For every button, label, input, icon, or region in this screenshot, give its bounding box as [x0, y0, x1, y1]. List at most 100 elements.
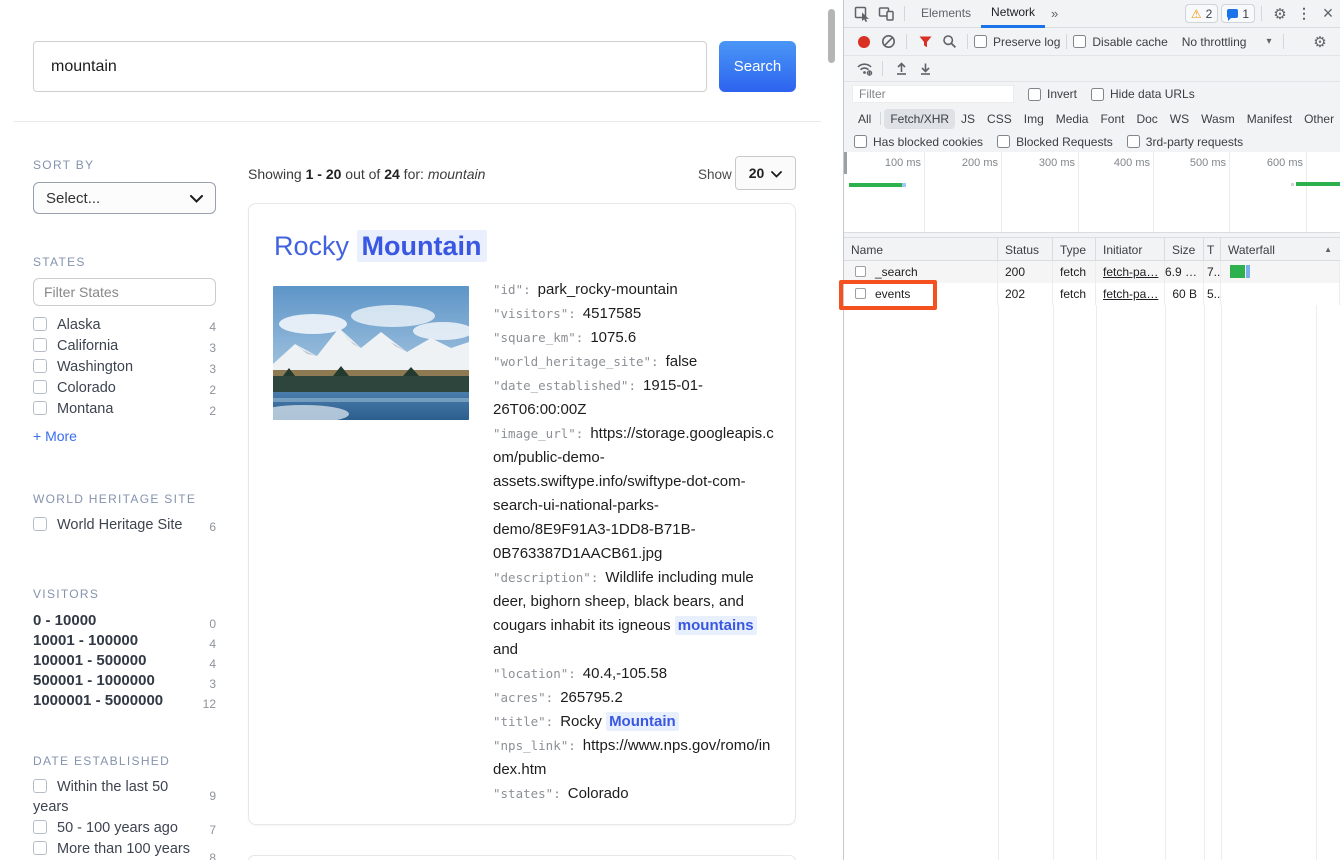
result-title-link[interactable]: Rocky Mountain — [274, 231, 487, 262]
column-header-initiator[interactable]: Initiator — [1096, 238, 1165, 260]
more-states-link[interactable]: + More — [33, 428, 77, 444]
type-filter-img[interactable]: Img — [1018, 109, 1050, 129]
type-filter-all[interactable]: All — [852, 109, 877, 129]
more-tabs-icon[interactable]: » — [1045, 6, 1064, 21]
column-header-time[interactable]: T — [1204, 238, 1221, 260]
facet-option-world-heritage[interactable]: World Heritage Site 6 — [33, 515, 216, 536]
divider — [967, 34, 968, 49]
settings-gear-icon[interactable]: ⚙ — [1268, 2, 1292, 26]
column-header-name[interactable]: Name — [844, 238, 998, 260]
initiator-link[interactable]: fetch-pa… — [1103, 265, 1158, 279]
next-result-card — [248, 855, 796, 860]
summary-query: mountain — [428, 166, 486, 182]
field-visitors: "visitors":4517585 — [493, 302, 775, 326]
message-bubble-icon — [1227, 9, 1238, 18]
type-filter-manifest[interactable]: Manifest — [1241, 109, 1298, 129]
filter-funnel-icon[interactable] — [913, 30, 937, 54]
export-har-icon[interactable] — [913, 57, 937, 81]
type-filter-ws[interactable]: WS — [1164, 109, 1195, 129]
checkbox-icon[interactable] — [33, 359, 47, 373]
sort-select[interactable]: Select... — [33, 182, 216, 214]
checkbox-icon[interactable] — [33, 779, 47, 793]
checkbox-icon[interactable] — [33, 401, 47, 415]
facet-option-50-100-years[interactable]: 50 - 100 years ago 7 — [33, 818, 216, 839]
states-options: Alaska 4 California 3 Washington 3 Color… — [33, 315, 216, 420]
invert-checkbox[interactable] — [1028, 88, 1041, 101]
record-network-log-icon[interactable] — [852, 30, 876, 54]
visitors-range-link[interactable]: 500001 - 1000000 3 — [33, 671, 216, 691]
type-filter-media[interactable]: Media — [1050, 109, 1095, 129]
type-filter-doc[interactable]: Doc — [1130, 109, 1163, 129]
type-filter-font[interactable]: Font — [1094, 109, 1130, 129]
facet-option-label: Washington — [57, 359, 133, 375]
checkbox-icon[interactable] — [33, 380, 47, 394]
hide-data-urls-checkbox[interactable] — [1091, 88, 1104, 101]
checkbox-icon[interactable] — [33, 820, 47, 834]
import-har-icon[interactable] — [889, 57, 913, 81]
field-square-km: "square_km":1075.6 — [493, 326, 775, 350]
checkbox-icon[interactable] — [33, 338, 47, 352]
scrollbar-thumb[interactable] — [828, 9, 835, 63]
clear-network-log-icon[interactable] — [876, 30, 900, 54]
facet-option-california[interactable]: California 3 — [33, 336, 216, 357]
chevron-down-icon[interactable]: ▾ — [1266, 36, 1271, 47]
tab-elements[interactable]: Elements — [911, 0, 981, 28]
network-overview-timeline[interactable]: 100 ms 200 ms 300 ms 400 ms 500 ms 600 m… — [844, 152, 1340, 233]
type-filter-fetch-xhr[interactable]: Fetch/XHR — [884, 109, 955, 129]
blocked-requests-label: Blocked Requests — [1016, 135, 1113, 149]
checkbox-icon[interactable] — [33, 317, 47, 331]
column-header-status[interactable]: Status — [998, 238, 1053, 260]
timeline-handle[interactable] — [844, 152, 847, 174]
visitors-range-link[interactable]: 100001 - 500000 4 — [33, 651, 216, 671]
has-blocked-cookies-checkbox[interactable] — [854, 135, 867, 148]
overflow-menu-icon[interactable]: ⋮ — [1292, 2, 1316, 26]
overview-request-bar — [849, 183, 902, 187]
request-status: 200 — [998, 261, 1053, 283]
page-size-select[interactable]: 20 — [735, 156, 796, 190]
type-filter-wasm[interactable]: Wasm — [1195, 109, 1241, 129]
visitors-range-link[interactable]: 10001 - 100000 4 — [33, 631, 216, 651]
search-network-icon[interactable] — [937, 30, 961, 54]
preserve-log-checkbox[interactable] — [974, 35, 987, 48]
tab-network[interactable]: Network — [981, 0, 1045, 28]
visitors-range-link[interactable]: 0 - 10000 0 — [33, 611, 216, 631]
facet-option-colorado[interactable]: Colorado 2 — [33, 378, 216, 399]
has-blocked-cookies-label: Has blocked cookies — [873, 135, 983, 149]
divider — [1261, 6, 1262, 21]
filter-states-input[interactable] — [33, 278, 216, 306]
facet-option-alaska[interactable]: Alaska 4 — [33, 315, 216, 336]
initiator-link[interactable]: fetch-pa… — [1103, 287, 1158, 301]
close-devtools-icon[interactable]: × — [1316, 2, 1340, 26]
checkbox-icon[interactable] — [33, 517, 47, 531]
type-filter-css[interactable]: CSS — [981, 109, 1018, 129]
third-party-checkbox[interactable] — [1127, 135, 1140, 148]
column-header-size[interactable]: Size — [1165, 238, 1204, 260]
warnings-badge[interactable]: ⚠ 2 — [1185, 4, 1218, 23]
column-header-type[interactable]: Type — [1053, 238, 1096, 260]
search-input[interactable] — [33, 41, 707, 92]
column-header-waterfall[interactable]: Waterfall ▲ — [1221, 238, 1340, 260]
network-settings-gear-icon[interactable]: ⚙ — [1308, 30, 1332, 54]
facet-option-last-50-years[interactable]: Within the last 50 years 9 — [33, 777, 216, 818]
date-established-options: Within the last 50 years 9 50 - 100 year… — [33, 777, 216, 860]
facet-option-more-100-years[interactable]: More than 100 years ago 8 — [33, 839, 216, 860]
type-filter-other[interactable]: Other — [1298, 109, 1340, 129]
disable-cache-checkbox[interactable] — [1073, 35, 1086, 48]
network-filter-input[interactable] — [852, 85, 1014, 103]
network-conditions-icon[interactable] — [852, 57, 876, 81]
checkbox-icon[interactable] — [33, 841, 47, 855]
facet-option-montana[interactable]: Montana 2 — [33, 399, 216, 420]
device-toolbar-icon[interactable] — [874, 2, 898, 26]
gridline — [924, 152, 925, 232]
visitors-range-link[interactable]: 1000001 - 5000000 12 — [33, 691, 216, 711]
search-button[interactable]: Search — [719, 41, 796, 92]
facet-option-washington[interactable]: Washington 3 — [33, 357, 216, 378]
inspect-element-icon[interactable] — [850, 2, 874, 26]
type-filter-js[interactable]: JS — [955, 109, 981, 129]
issues-badge[interactable]: 1 — [1221, 4, 1255, 23]
park-photo — [273, 286, 469, 420]
blocked-requests-checkbox[interactable] — [997, 135, 1010, 148]
throttling-select[interactable]: No throttling — [1182, 35, 1247, 49]
row-checkbox[interactable] — [855, 266, 866, 277]
overview-request-bar — [1296, 182, 1340, 186]
